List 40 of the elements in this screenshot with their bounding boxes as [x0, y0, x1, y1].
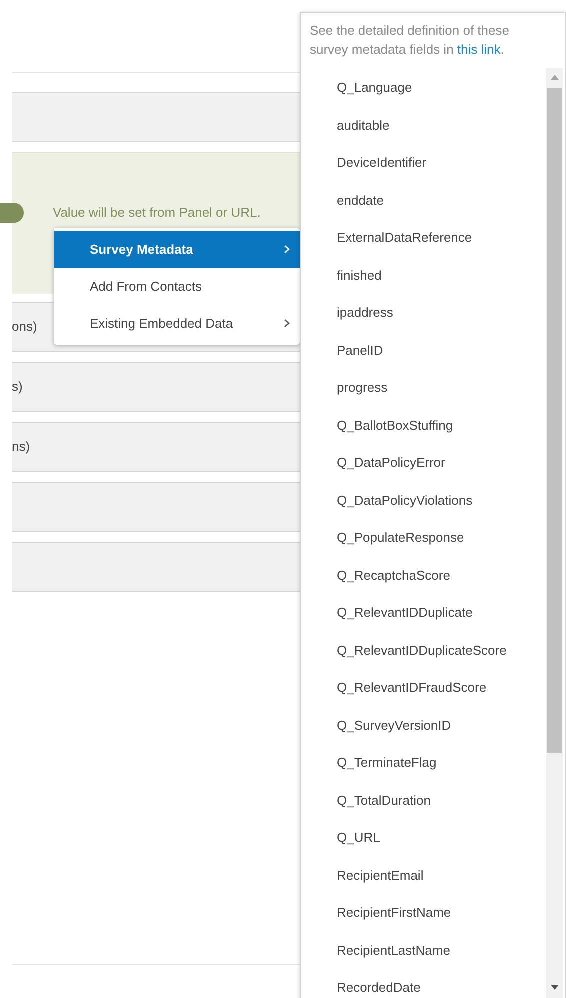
metadata-field-item[interactable]: Q_RelevantIDDuplicateScore — [337, 640, 507, 660]
metadata-field-item[interactable]: Q_TerminateFlag — [337, 753, 437, 772]
metadata-field-item[interactable]: ExternalDataReference — [337, 228, 472, 248]
metadata-field-item[interactable]: Q_DataPolicyError — [337, 453, 446, 472]
scroll-up-icon[interactable] — [550, 75, 558, 80]
metadata-field-item[interactable]: Q_RelevantIDDuplicate — [337, 603, 473, 622]
section-title: ons) — [12, 318, 38, 336]
metadata-field-item[interactable]: Q_RelevantIDFraudScore — [337, 678, 487, 698]
metadata-field-item[interactable]: enddate — [337, 190, 384, 210]
metadata-field-item[interactable]: DeviceIdentifier — [337, 153, 427, 172]
metadata-field-item[interactable]: RecordedDate — [337, 978, 421, 998]
metadata-field-item[interactable]: Q_PopulateResponse — [337, 528, 464, 548]
metadata-field-item[interactable]: Q_URL — [337, 828, 380, 848]
metadata-field-item[interactable]: progress — [337, 378, 388, 398]
section-title: s) — [12, 378, 23, 396]
definition-link[interactable]: this link — [457, 42, 501, 57]
metadata-field-item[interactable]: auditable — [337, 116, 390, 135]
metadata-field-item[interactable]: PanelID — [337, 340, 384, 360]
help-text: See the detailed definition of these survey metadata fields in this link. — [309, 22, 510, 59]
metadata-field-item[interactable]: RecipientEmail — [337, 866, 424, 885]
metadata-field-item[interactable]: RecipientFirstName — [337, 903, 452, 922]
metadata-field-item[interactable]: Q_RecaptchaScore — [337, 566, 450, 585]
metadata-field-item[interactable]: ipaddress — [337, 303, 394, 322]
metadata-field-item[interactable]: Q_TotalDuration — [337, 790, 431, 810]
chevron-right-icon — [284, 319, 290, 328]
chevron-right-icon — [284, 245, 290, 254]
scrollbar-thumb[interactable] — [547, 88, 562, 753]
metadata-field-item[interactable]: RecipientLastName — [337, 940, 450, 960]
scroll-down-icon[interactable] — [550, 985, 558, 990]
metadata-field-item[interactable]: Q_DataPolicyViolations — [337, 490, 473, 510]
menu-item[interactable]: Add From Contacts — [54, 268, 300, 305]
section-title: ns) — [12, 438, 30, 456]
metadata-field-item[interactable]: Q_SurveyVersionID — [337, 716, 452, 735]
metadata-field-item[interactable]: Q_BallotBoxStuffing — [337, 416, 454, 435]
scrollbar[interactable] — [546, 68, 563, 998]
metadata-field-item[interactable]: Q_Language — [337, 78, 412, 98]
notice-text: Value will be set from Panel or URL. — [53, 204, 261, 222]
menu-item[interactable]: Survey Metadata — [54, 231, 300, 268]
metadata-field-item[interactable]: finished — [337, 266, 382, 285]
menu-item[interactable]: Existing Embedded Data — [54, 305, 300, 342]
